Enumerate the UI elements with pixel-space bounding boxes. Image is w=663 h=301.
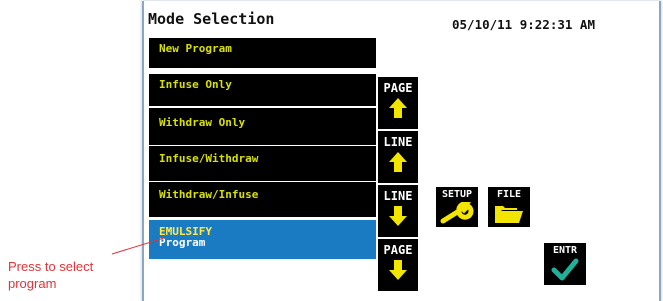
callout-leader-line <box>111 237 165 255</box>
callout-annotation: Press to select program <box>8 259 94 291</box>
